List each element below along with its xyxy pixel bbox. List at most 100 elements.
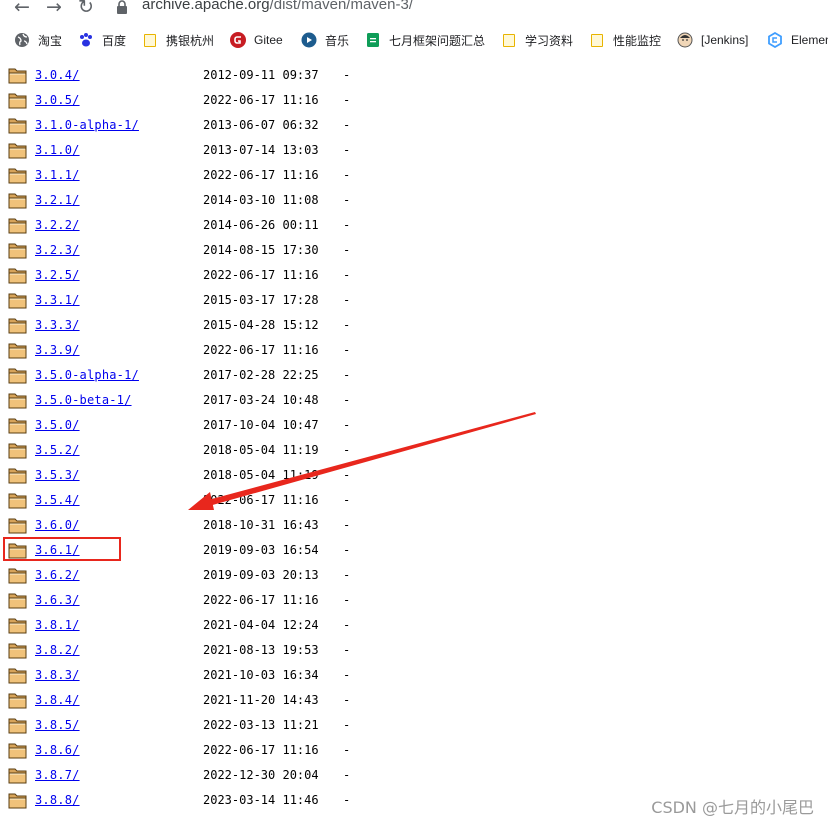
directory-link[interactable]: 3.1.0-alpha-1/ bbox=[35, 118, 139, 132]
directory-link[interactable]: 3.3.9/ bbox=[35, 343, 80, 357]
list-item: 3.3.9/2022-06-17 11:16 - bbox=[0, 339, 600, 364]
folder-icon bbox=[8, 593, 27, 609]
modified-date: 2022-06-17 11:16 bbox=[203, 743, 319, 757]
directory-link[interactable]: 3.8.6/ bbox=[35, 743, 80, 757]
file-size: - bbox=[343, 393, 351, 407]
forward-arrow-icon[interactable]: → bbox=[44, 0, 64, 18]
bookmark-music[interactable]: 音乐 bbox=[301, 30, 349, 50]
directory-link[interactable]: 3.8.7/ bbox=[35, 768, 80, 782]
file-size: - bbox=[343, 193, 351, 207]
directory-link[interactable]: 3.0.4/ bbox=[35, 68, 80, 82]
directory-link[interactable]: 3.5.2/ bbox=[35, 443, 80, 457]
modified-date: 2012-09-11 09:37 bbox=[203, 68, 319, 82]
file-size: - bbox=[343, 593, 351, 607]
modified-date: 2022-03-13 11:21 bbox=[203, 718, 319, 732]
bookmark-baidu[interactable]: 百度 bbox=[78, 30, 126, 50]
bookmark-folder-study[interactable]: 学习资料 bbox=[501, 30, 573, 50]
directory-link[interactable]: 3.2.3/ bbox=[35, 243, 80, 257]
bookmarks-bar: 淘宝 百度 携银杭州 Gitee 音乐 七月框架问题汇总 学习资料 性能监控 [… bbox=[0, 24, 828, 54]
directory-link[interactable]: 3.8.1/ bbox=[35, 618, 80, 632]
modified-date: 2013-06-07 06:32 bbox=[203, 118, 319, 132]
highlight-box bbox=[3, 537, 121, 561]
modified-date: 2022-12-30 20:04 bbox=[203, 768, 319, 782]
bookmark-label: [Jenkins] bbox=[701, 33, 749, 47]
globe-icon bbox=[15, 33, 29, 47]
reload-icon[interactable]: ↻ bbox=[76, 0, 96, 18]
list-item: 3.8.6/2022-06-17 11:16 - bbox=[0, 739, 600, 764]
directory-link[interactable]: 3.5.0/ bbox=[35, 418, 80, 432]
directory-link[interactable]: 3.6.2/ bbox=[35, 568, 80, 582]
directory-link[interactable]: 3.5.4/ bbox=[35, 493, 80, 507]
back-arrow-icon[interactable]: ← bbox=[12, 0, 32, 18]
folder-icon bbox=[8, 193, 27, 209]
list-item: 3.5.0/2017-10-04 10:47 - bbox=[0, 414, 600, 439]
directory-link[interactable]: 3.8.2/ bbox=[35, 643, 80, 657]
address-bar[interactable]: archive.apache.org/dist/maven/maven-3/ bbox=[142, 0, 413, 13]
file-size: - bbox=[343, 718, 351, 732]
directory-link[interactable]: 3.6.0/ bbox=[35, 518, 80, 532]
directory-link[interactable]: 3.2.5/ bbox=[35, 268, 80, 282]
folder-icon bbox=[8, 143, 27, 159]
bookmark-folder-xieyin[interactable]: 携银杭州 bbox=[142, 30, 214, 50]
gitee-icon bbox=[230, 32, 246, 48]
list-item: 3.1.0/2013-07-14 13:03 - bbox=[0, 139, 600, 164]
bookmark-label: 携银杭州 bbox=[166, 33, 215, 48]
bookmark-label: 百度 bbox=[102, 33, 127, 48]
directory-link[interactable]: 3.3.3/ bbox=[35, 318, 80, 332]
bookmark-jenkins[interactable]: [Jenkins] bbox=[677, 30, 748, 50]
modified-date: 2013-07-14 13:03 bbox=[203, 143, 319, 157]
file-size: - bbox=[343, 793, 351, 807]
folder-icon bbox=[8, 393, 27, 409]
modified-date: 2021-10-03 16:34 bbox=[203, 668, 319, 682]
list-item: 3.6.2/2019-09-03 20:13 - bbox=[0, 564, 600, 589]
folder-icon bbox=[8, 493, 27, 509]
directory-link[interactable]: 3.0.5/ bbox=[35, 93, 80, 107]
modified-date: 2022-06-17 11:16 bbox=[203, 343, 319, 357]
folder-icon bbox=[8, 568, 27, 584]
file-size: - bbox=[343, 68, 351, 82]
directory-link[interactable]: 3.5.0-alpha-1/ bbox=[35, 368, 139, 382]
list-item: 3.1.0-alpha-1/2013-06-07 06:32 - bbox=[0, 114, 600, 139]
directory-link[interactable]: 3.1.1/ bbox=[35, 168, 80, 182]
bookmark-element[interactable]: Elemen bbox=[767, 30, 828, 50]
list-item: 3.5.2/2018-05-04 11:19 - bbox=[0, 439, 600, 464]
directory-link[interactable]: 3.8.3/ bbox=[35, 668, 80, 682]
modified-date: 2021-11-20 14:43 bbox=[203, 693, 319, 707]
directory-link[interactable]: 3.3.1/ bbox=[35, 293, 80, 307]
folder-icon bbox=[8, 443, 27, 459]
folder-icon bbox=[8, 118, 27, 134]
modified-date: 2023-03-14 11:46 bbox=[203, 793, 319, 807]
list-item: 3.8.2/2021-08-13 19:53 - bbox=[0, 639, 600, 664]
file-size: - bbox=[343, 493, 351, 507]
modified-date: 2019-09-03 16:54 bbox=[203, 543, 319, 557]
folder-icon bbox=[8, 368, 27, 384]
url-host: archive.apache.org bbox=[142, 0, 270, 13]
directory-listing: 3.0.4/2012-09-11 09:37 - 3.0.5/2022-06-17 … bbox=[0, 58, 828, 823]
lock-icon[interactable] bbox=[116, 0, 128, 14]
bookmark-qiyue-issues[interactable]: 七月框架问题汇总 bbox=[365, 30, 485, 50]
list-item: 3.8.5/2022-03-13 11:21 - bbox=[0, 714, 600, 739]
list-item: 3.3.3/2015-04-28 15:12 - bbox=[0, 314, 600, 339]
directory-link[interactable]: 3.8.4/ bbox=[35, 693, 80, 707]
bookmark-label: Gitee bbox=[254, 33, 283, 47]
list-item: 3.2.2/2014-06-26 00:11 - bbox=[0, 214, 600, 239]
bookmark-folder-perf[interactable]: 性能监控 bbox=[589, 30, 661, 50]
bookmark-gitee[interactable]: Gitee bbox=[230, 30, 283, 50]
directory-link[interactable]: 3.2.2/ bbox=[35, 218, 80, 232]
modified-date: 2014-08-15 17:30 bbox=[203, 243, 319, 257]
directory-link[interactable]: 3.6.3/ bbox=[35, 593, 80, 607]
bookmark-label: 学习资料 bbox=[525, 33, 574, 48]
list-item: 3.8.1/2021-04-04 12:24 - bbox=[0, 614, 600, 639]
directory-link[interactable]: 3.8.5/ bbox=[35, 718, 80, 732]
folder-icon bbox=[8, 518, 27, 534]
modified-date: 2021-04-04 12:24 bbox=[203, 618, 319, 632]
directory-link[interactable]: 3.5.0-beta-1/ bbox=[35, 393, 132, 407]
folder-icon bbox=[8, 218, 27, 234]
directory-link[interactable]: 3.5.3/ bbox=[35, 468, 80, 482]
bookmark-taobao[interactable]: 淘宝 bbox=[14, 30, 62, 50]
directory-link[interactable]: 3.1.0/ bbox=[35, 143, 80, 157]
jenkins-icon bbox=[677, 32, 693, 48]
sheets-icon bbox=[367, 33, 379, 47]
directory-link[interactable]: 3.8.8/ bbox=[35, 793, 80, 807]
directory-link[interactable]: 3.2.1/ bbox=[35, 193, 80, 207]
